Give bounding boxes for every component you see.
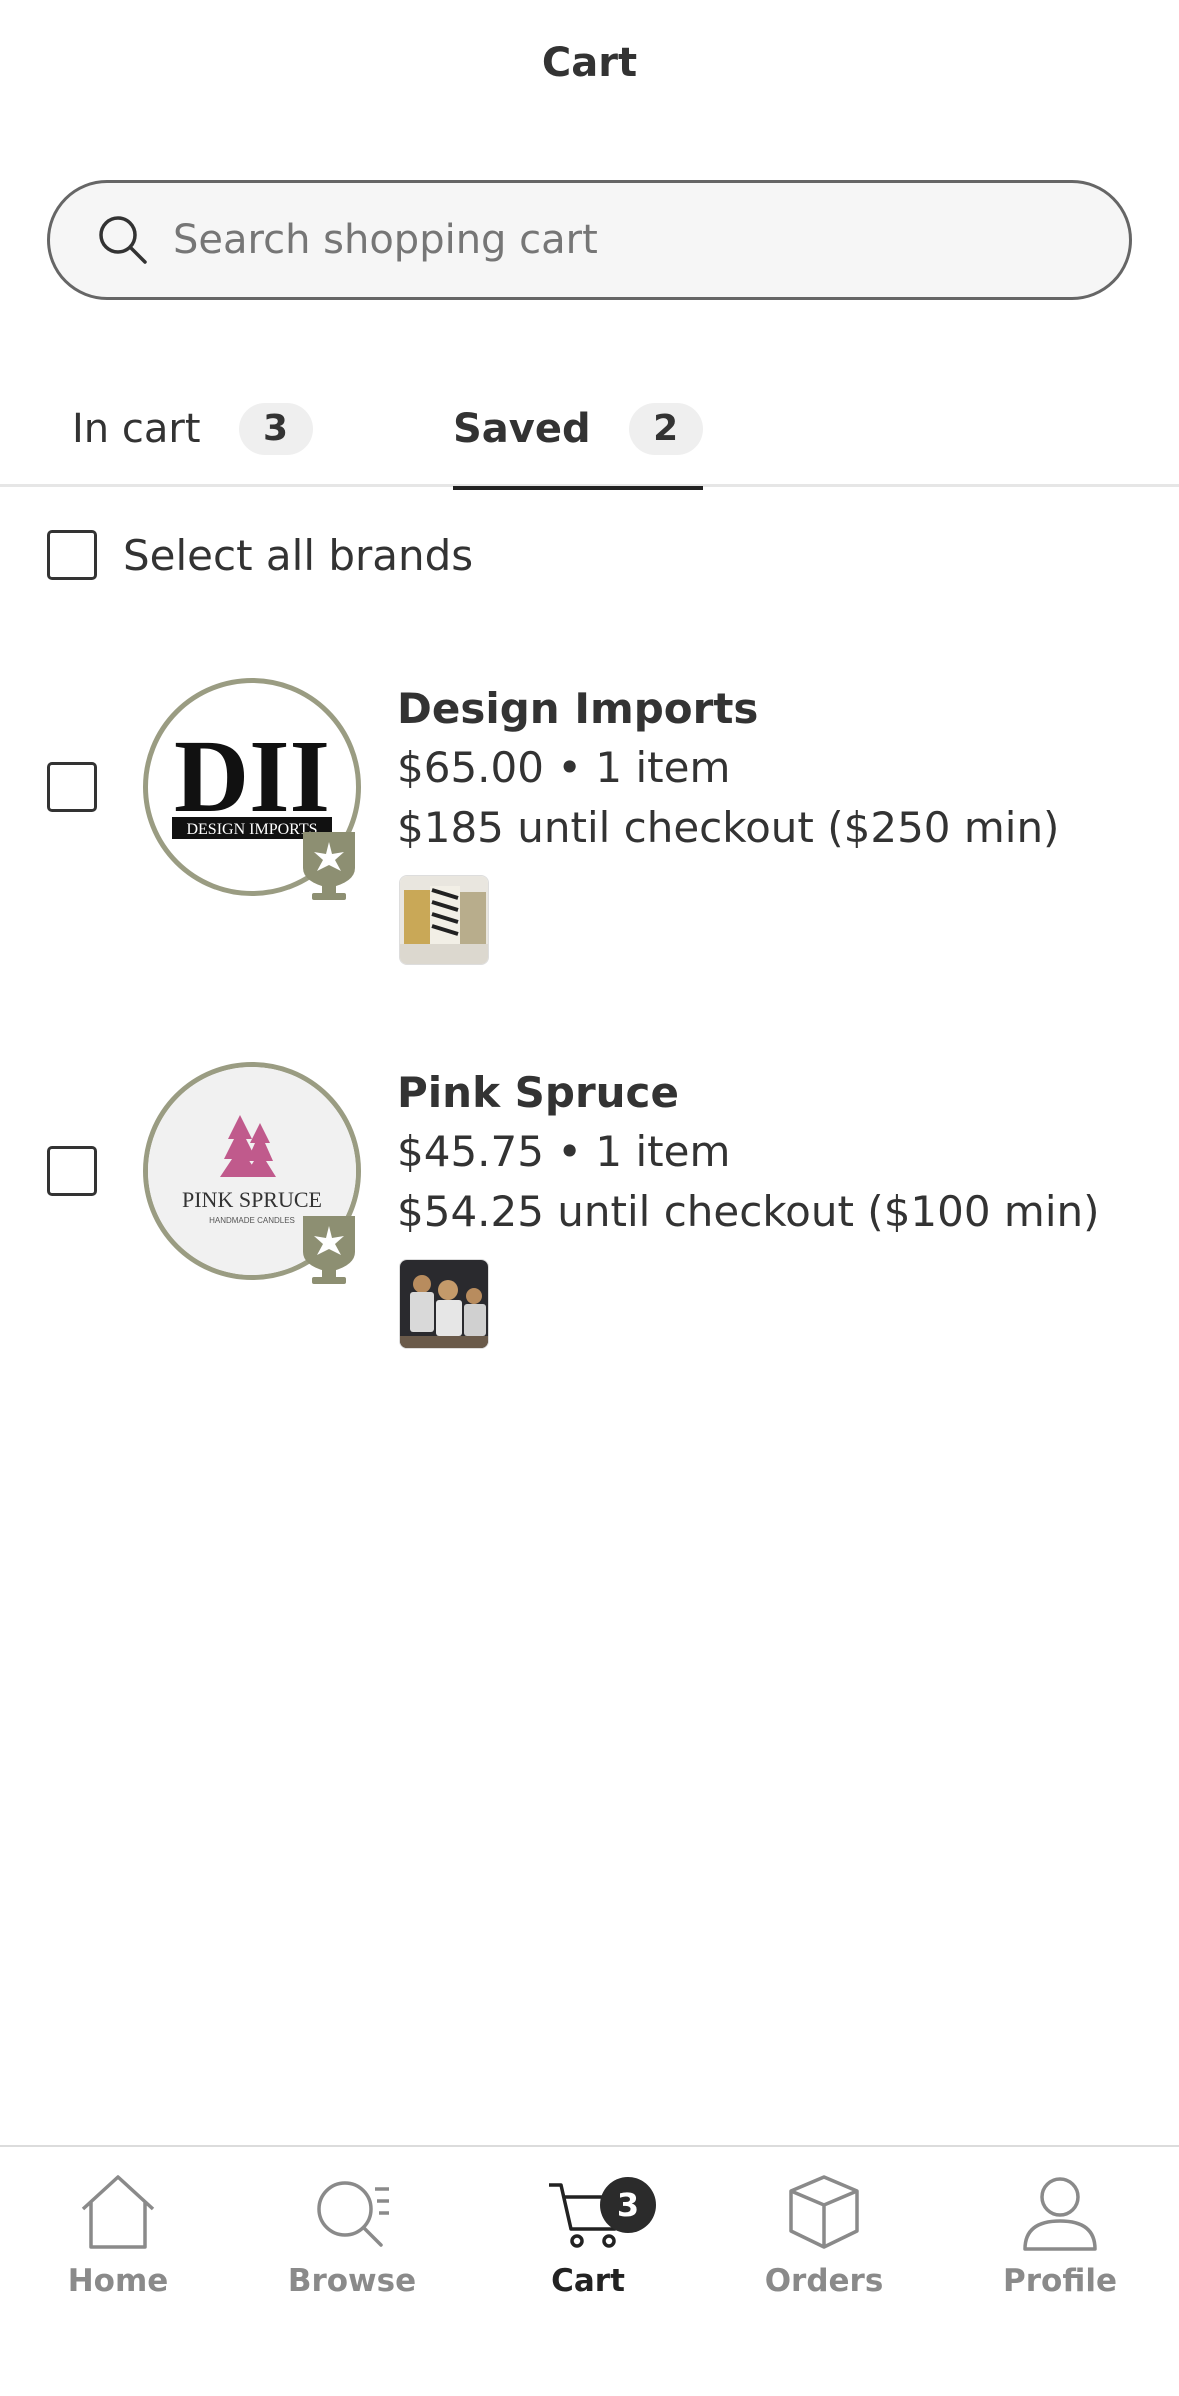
header: Cart [0,40,1179,86]
brand-checkout-minimum: $54.25 until checkout ($100 min) [397,1187,1100,1236]
nav-browse[interactable]: Browse [252,2169,452,2299]
nav-home[interactable]: Home [18,2169,218,2299]
nav-label: Orders [764,2263,884,2299]
search-input[interactable] [173,217,1073,263]
brand-checkout-minimum: $185 until checkout ($250 min) [397,803,1060,852]
logo-subtext: DESIGN IMPORTS [186,821,317,838]
brand-checkbox[interactable] [47,762,97,812]
tab-saved[interactable]: Saved 2 [453,370,703,490]
nav-cart[interactable]: 3 Cart [488,2169,688,2299]
brand-name[interactable]: Design Imports [397,680,1059,738]
tab-count-badge: 3 [238,402,313,455]
bottom-nav: Home Browse 3 Cart Orders Profile [0,2145,1179,2396]
select-all-label: Select all brands [123,530,474,580]
logo-text: DII [174,719,330,834]
tab-count-badge: 2 [628,402,703,455]
browse-search-icon [317,2181,389,2247]
star-seller-badge-icon [303,832,355,900]
cart-page: Cart In cart 3 Saved 2 Select all brands… [0,0,1179,2396]
nav-label: Profile [1003,2263,1117,2299]
nav-label: Home [67,2263,169,2299]
brand-name[interactable]: Pink Spruce [397,1064,1100,1122]
logo-text: PINK SPRUCE [182,1187,322,1212]
brand-info: Pink Spruce $45.75 • 1 item $54.25 until… [397,1064,1100,1242]
nav-profile[interactable]: Profile [960,2169,1160,2299]
page-title: Cart [541,40,638,86]
brand-price: $65.00 • 1 item [397,743,731,792]
brand-price: $45.75 • 1 item [397,1127,731,1176]
cart-tabs: In cart 3 Saved 2 [0,370,1179,490]
product-thumbnail[interactable] [399,1259,489,1349]
brand-checkbox[interactable] [47,1146,97,1196]
brand-row-design-imports[interactable]: DII DESIGN IMPORTS Design Imports $65.00… [0,670,1179,1000]
search-icon [99,216,147,264]
tab-label: In cart [72,405,201,452]
brand-info: Design Imports $65.00 • 1 item $185 unti… [397,680,1059,858]
product-image [400,1260,488,1348]
nav-orders[interactable]: Orders [724,2169,924,2299]
profile-icon [1023,2177,1097,2251]
search-bar[interactable] [47,180,1132,300]
product-thumbnail[interactable] [399,875,489,965]
home-icon [81,2175,155,2249]
tab-label: Saved [453,405,591,452]
select-all-checkbox[interactable] [47,530,97,580]
nav-label: Browse [287,2263,417,2299]
product-image [400,876,488,964]
cart-count-badge: 3 [600,2177,656,2233]
select-all-brands[interactable]: Select all brands [47,530,473,580]
tab-in-cart[interactable]: In cart 3 [72,370,313,487]
box-icon [789,2175,859,2249]
logo-subtext: HANDMADE CANDLES [209,1216,295,1225]
star-seller-badge-icon [303,1216,355,1284]
brand-row-pink-spruce[interactable]: PINK SPRUCE HANDMADE CANDLES Pink Spruce… [0,1054,1179,1384]
nav-label: Cart [551,2263,625,2299]
